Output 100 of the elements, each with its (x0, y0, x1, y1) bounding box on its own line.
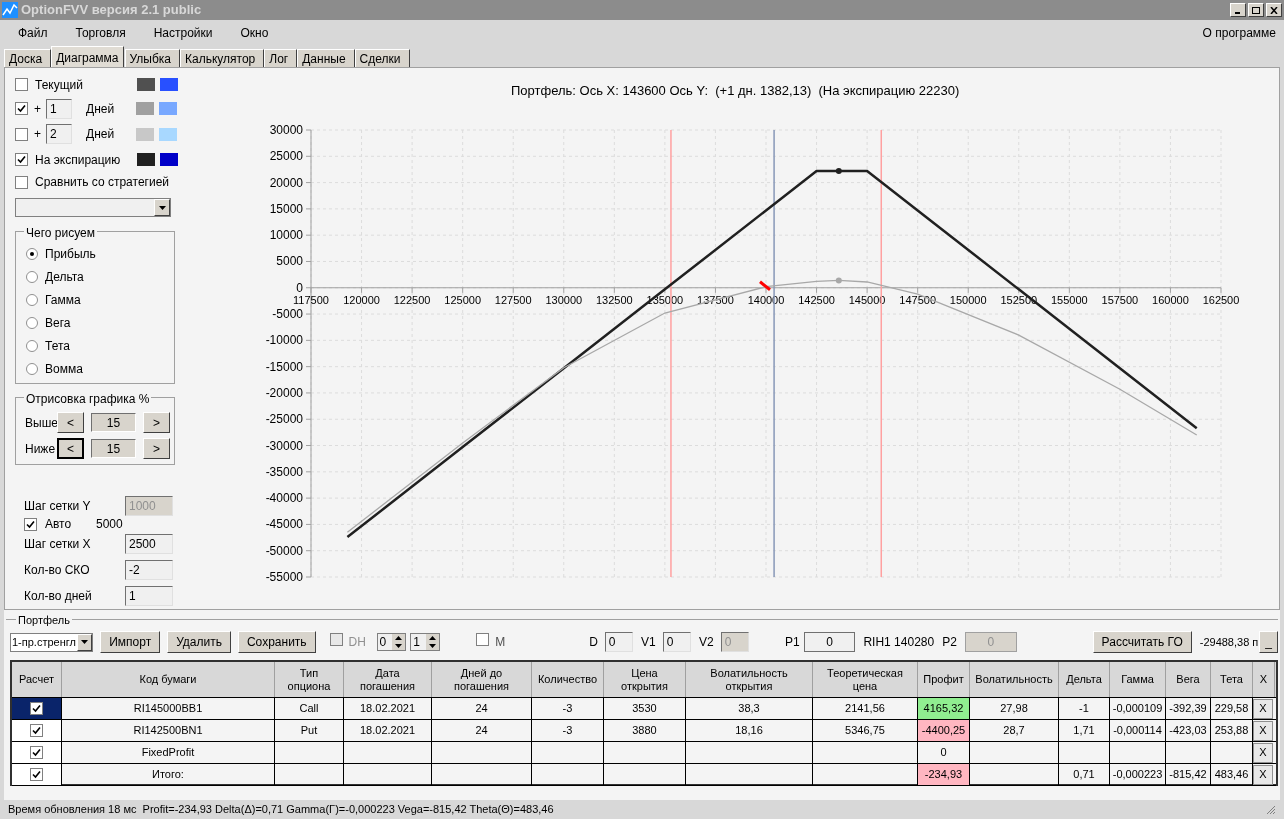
radio-button[interactable] (26, 316, 38, 329)
column-header[interactable]: Расчет (12, 662, 62, 697)
column-header[interactable]: Дней до погашения (432, 662, 532, 697)
radio-label: Вомма (45, 360, 83, 378)
column-header[interactable]: Теоретическая цена (813, 662, 918, 697)
color-swatch[interactable] (136, 102, 154, 116)
toolbar-button[interactable]: Импорт (100, 631, 161, 653)
column-header[interactable]: Дата погашения (344, 662, 432, 697)
column-header[interactable]: X (1253, 662, 1275, 697)
column-header[interactable]: Тип опциона (275, 662, 344, 697)
color-swatch[interactable] (137, 78, 155, 92)
tab[interactable]: Калькулятор (180, 49, 265, 67)
checkbox[interactable] (15, 175, 28, 189)
input-field[interactable]: 1 (46, 98, 72, 119)
input-field[interactable]: 0 (604, 632, 634, 652)
checkbox[interactable] (30, 702, 43, 715)
toolbar-button[interactable]: Сохранить (237, 631, 316, 653)
minimize-panel-button[interactable]: _ (1259, 631, 1278, 653)
color-swatch[interactable] (160, 153, 178, 167)
checkbox[interactable] (329, 633, 343, 646)
menu-item[interactable]: Настройки (143, 24, 223, 42)
toolbar-button[interactable]: Удалить (167, 631, 231, 653)
input-field[interactable]: 0 (662, 632, 692, 652)
table-cell[interactable] (12, 764, 62, 785)
table-cell[interactable] (12, 720, 62, 741)
input-field[interactable]: -2 (125, 559, 173, 580)
increase-button[interactable]: > (143, 438, 170, 460)
delete-button[interactable]: X (1253, 742, 1273, 763)
radio-button[interactable] (26, 293, 38, 306)
menu-item[interactable]: Файл (8, 24, 58, 42)
delete-button[interactable]: X (1253, 720, 1273, 741)
radio-button[interactable] (26, 339, 38, 352)
column-header[interactable]: Тета (1211, 662, 1253, 697)
column-header[interactable]: Гамма (1110, 662, 1166, 697)
curve-point (835, 277, 842, 284)
checkbox[interactable] (15, 102, 28, 116)
maximize-button[interactable] (1248, 3, 1264, 17)
tab[interactable]: Улыбка (124, 49, 181, 67)
color-swatch[interactable] (159, 127, 177, 141)
table-cell: 18,16 (686, 720, 813, 741)
close-button[interactable] (1266, 3, 1282, 17)
x-tick-label: 120000 (343, 293, 380, 306)
tab[interactable]: Доска (4, 49, 52, 67)
column-header[interactable]: Цена открытия (604, 662, 686, 697)
checkbox[interactable] (15, 127, 28, 141)
checkbox-label: Сравнить со стратегией (35, 174, 169, 192)
value-field[interactable]: 15 (91, 439, 136, 459)
delete-button[interactable]: X (1253, 698, 1273, 719)
column-header[interactable]: Вега (1166, 662, 1211, 697)
table-cell: 18.02.2021 (344, 698, 432, 719)
radio-button[interactable] (26, 362, 38, 375)
radio-label: Дельта (45, 268, 84, 286)
decrease-button[interactable]: < (57, 412, 84, 434)
increase-button[interactable]: > (143, 412, 170, 434)
checkbox[interactable] (30, 746, 43, 759)
tab[interactable]: Сделки (354, 49, 410, 67)
tab[interactable]: Диаграмма (51, 46, 124, 67)
menu-item[interactable]: Торговля (65, 24, 136, 42)
value-field[interactable]: 15 (91, 413, 136, 433)
input-field[interactable]: 0 (803, 632, 856, 652)
menu-item[interactable]: Окно (230, 24, 279, 42)
spin-field[interactable]: 0 (376, 633, 407, 651)
radio-button[interactable] (26, 247, 38, 260)
y-tick-label: 5000 (276, 254, 303, 269)
menu-item[interactable]: О программе (1202, 24, 1276, 42)
tab[interactable]: Данные (297, 49, 355, 67)
column-header[interactable]: Дельта (1059, 662, 1110, 697)
checkbox[interactable] (15, 153, 28, 167)
color-swatch[interactable] (160, 78, 178, 92)
tab[interactable]: Лог (264, 49, 298, 67)
column-header[interactable]: Профит (918, 662, 970, 697)
input-field[interactable]: 2 (46, 124, 72, 145)
decrease-button[interactable]: < (57, 438, 84, 460)
column-header[interactable]: Количество (532, 662, 604, 697)
input-field[interactable]: 2500 (125, 534, 173, 555)
checkbox[interactable] (30, 724, 43, 737)
column-header[interactable]: Код бумаги (62, 662, 275, 697)
x-tick-label: 157500 (1101, 293, 1139, 306)
checkbox[interactable] (24, 517, 37, 531)
table-cell[interactable] (12, 742, 62, 763)
table-cell[interactable] (12, 698, 62, 719)
color-swatch[interactable] (137, 153, 155, 167)
radio-button[interactable] (26, 270, 38, 283)
strategy-dropdown[interactable]: 1-пр.стренгл (10, 632, 94, 652)
checkbox[interactable] (15, 78, 28, 92)
row-label: Ниже (25, 440, 57, 458)
delete-button[interactable]: X (1253, 764, 1273, 785)
radio-label: Прибыль (45, 245, 96, 263)
column-header[interactable]: Волатильность открытия (686, 662, 813, 697)
checkbox[interactable] (30, 768, 43, 781)
checkbox[interactable] (476, 633, 490, 646)
color-swatch[interactable] (159, 102, 177, 116)
table-cell: -1 (1059, 698, 1110, 719)
column-header[interactable]: Волатильность (970, 662, 1059, 697)
spin-field[interactable]: 1 (410, 633, 441, 651)
calculate-button[interactable]: Рассчитать ГО (1092, 631, 1192, 653)
input-field[interactable]: 1 (125, 586, 173, 607)
strategy-dropdown[interactable] (15, 198, 171, 218)
color-swatch[interactable] (136, 127, 154, 141)
minimize-button[interactable] (1230, 3, 1246, 17)
